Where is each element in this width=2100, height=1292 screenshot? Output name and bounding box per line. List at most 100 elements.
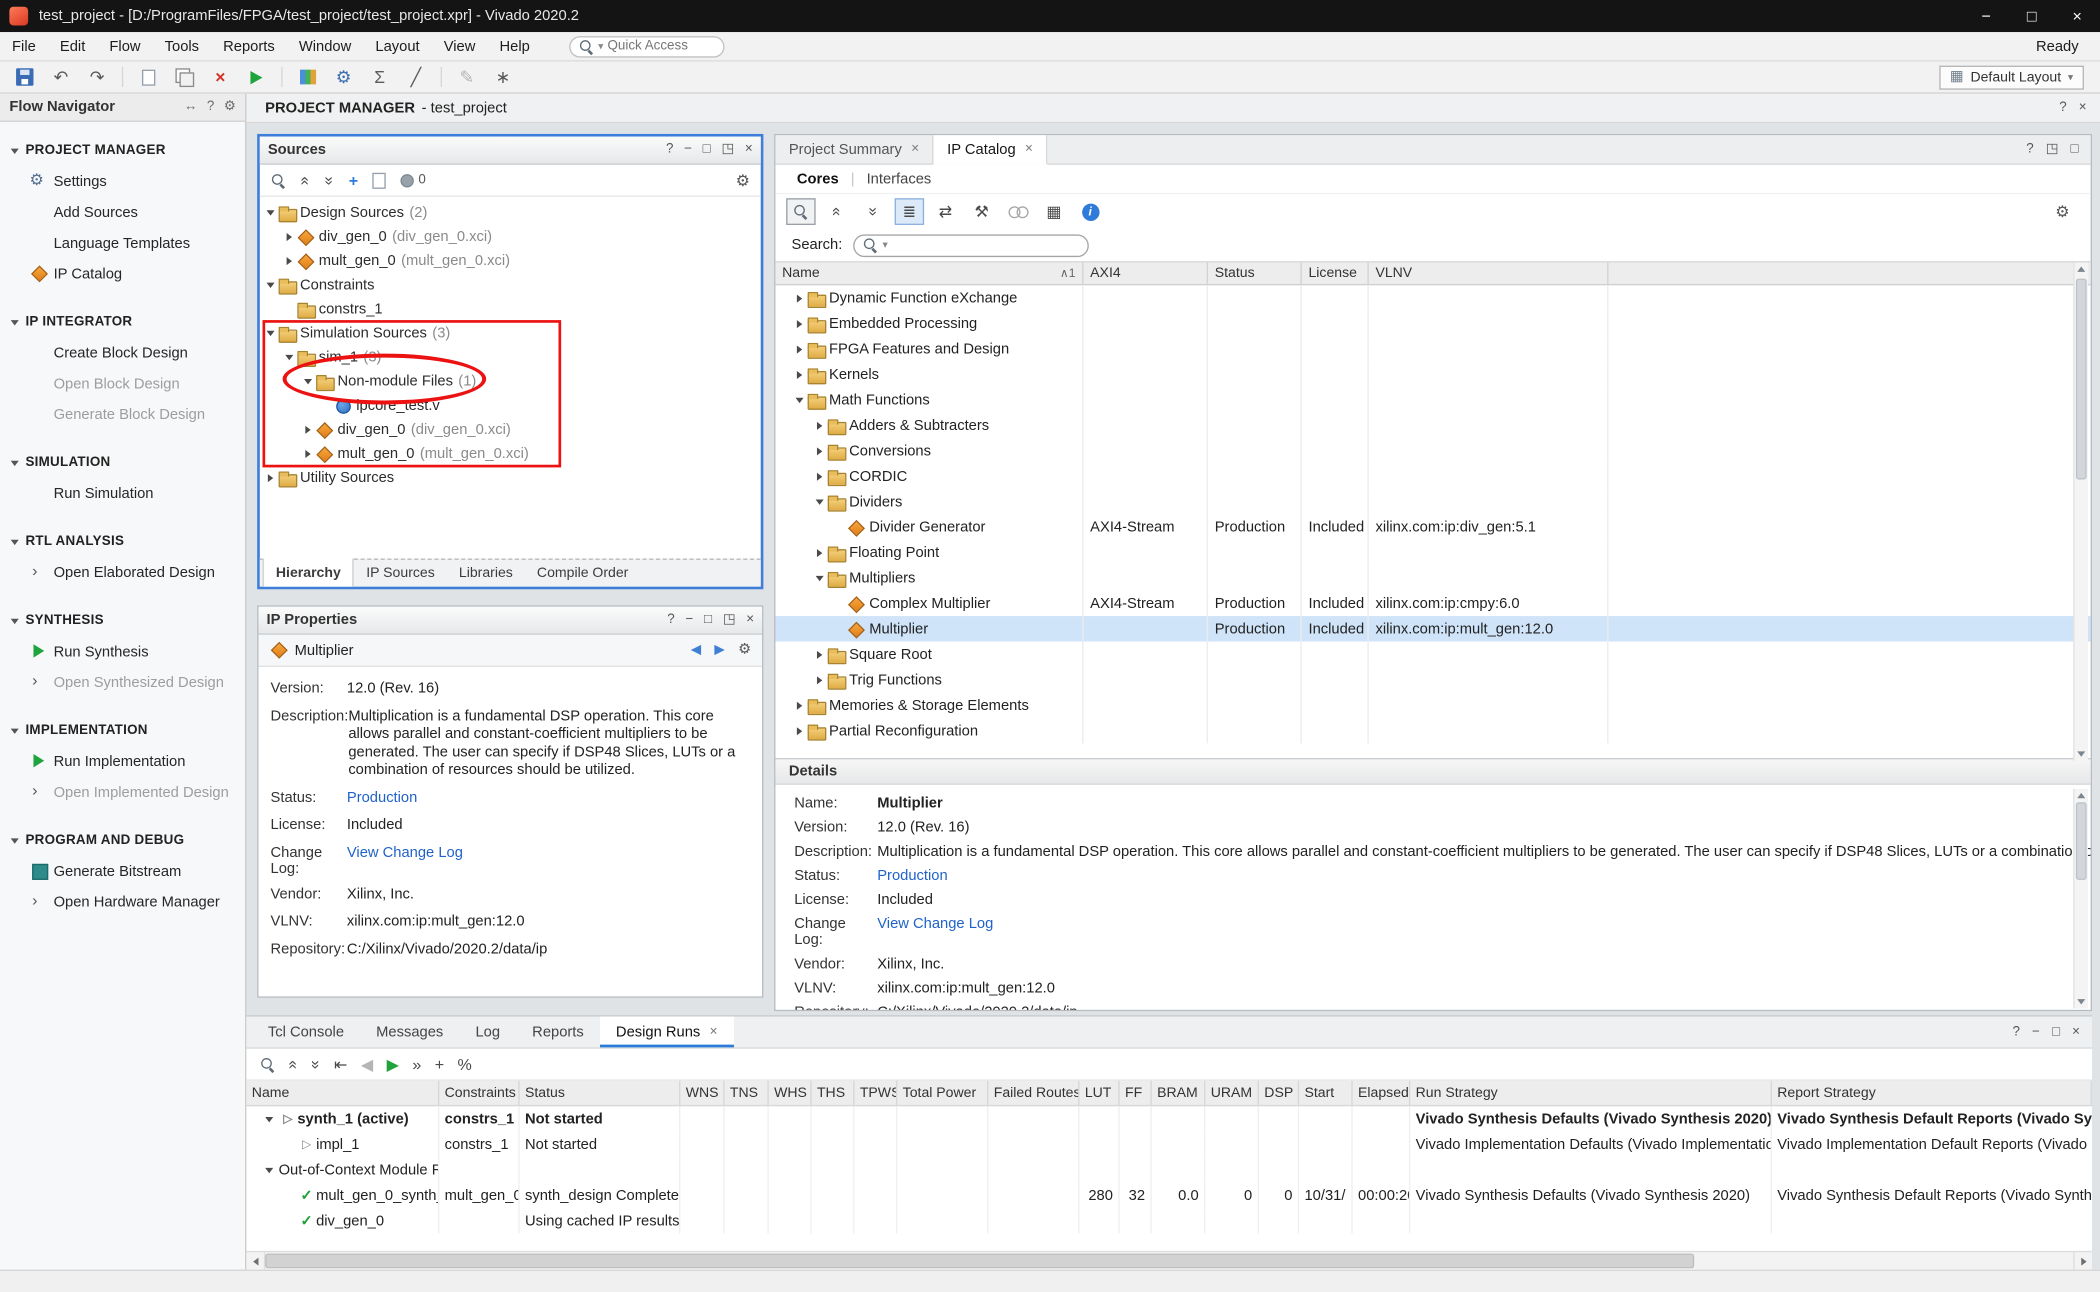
expand-icon[interactable] [792, 701, 807, 709]
sources-tab[interactable]: Libraries [447, 560, 525, 587]
scroll-thumb[interactable] [265, 1254, 1693, 1269]
menu-item[interactable]: Edit [48, 32, 98, 60]
console-tab[interactable]: Log [459, 1017, 516, 1048]
menu-item[interactable]: File [0, 32, 48, 60]
collapse-all-icon[interactable] [301, 172, 310, 188]
menu-item[interactable]: View [432, 32, 488, 60]
catalog-row[interactable]: FPGA Features and Design [775, 336, 2090, 361]
collapse-all-icon[interactable] [822, 198, 851, 225]
tree-item[interactable]: Non-module Files (1) [260, 370, 761, 394]
compatibility-icon[interactable] [1039, 198, 1068, 225]
column-header[interactable]: Start [1299, 1081, 1353, 1105]
ip-properties-header[interactable]: IP Properties [258, 607, 762, 635]
step-first-icon[interactable] [334, 1056, 347, 1072]
step-back-icon[interactable] [361, 1056, 373, 1072]
expand-icon[interactable] [812, 650, 827, 658]
menu-item[interactable]: Reports [211, 32, 287, 60]
minimize-icon[interactable] [685, 613, 693, 626]
minimize-icon[interactable] [2032, 1025, 2040, 1038]
catalog-row[interactable]: Math Functions [775, 387, 2090, 412]
flow-navigator-item[interactable]: Settings [0, 166, 245, 197]
tree-item[interactable]: Constraints [260, 273, 761, 297]
catalog-row[interactable]: Floating Point [775, 540, 2090, 565]
expand-icon[interactable] [260, 1116, 279, 1121]
settings-gear-icon[interactable] [736, 172, 750, 188]
tree-item[interactable]: Utility Sources [260, 466, 761, 490]
sources-panel-header[interactable]: Sources [260, 137, 761, 165]
design-run-row[interactable]: Out-of-Context Module Runs [246, 1157, 2092, 1182]
editor-tab[interactable]: Project Summary [775, 135, 933, 163]
settings-gear-icon[interactable] [224, 100, 236, 113]
column-header[interactable]: DSP [1259, 1081, 1299, 1105]
undo-button[interactable] [44, 64, 77, 91]
menu-item[interactable]: Help [487, 32, 541, 60]
flow-navigator-item[interactable]: Open Hardware Manager [0, 887, 245, 918]
help-icon[interactable] [2013, 1025, 2020, 1038]
flow-navigator-item[interactable]: Run Synthesis [0, 636, 245, 667]
add-sources-button[interactable] [349, 172, 358, 188]
column-header-name[interactable]: Name ∧1 [775, 263, 1083, 284]
close-icon[interactable] [2079, 101, 2087, 114]
design-run-row[interactable]: impl_1 constrs_1 Not started [246, 1132, 2092, 1157]
quick-access-search[interactable] [569, 35, 724, 56]
tree-item[interactable]: ipcore_test.v [260, 394, 761, 418]
flow-navigator-item[interactable]: Language Templates [0, 228, 245, 259]
expand-icon[interactable] [792, 397, 807, 402]
layout-selector[interactable]: Default Layout [1939, 65, 2084, 89]
flow-navigator-item[interactable]: Generate Block Design [0, 399, 245, 430]
sources-tab[interactable]: IP Sources [354, 560, 447, 587]
sources-tab[interactable]: Hierarchy [263, 558, 355, 586]
expand-icon[interactable] [263, 210, 278, 215]
column-header-vlnv[interactable]: VLNV [1369, 263, 1609, 284]
menu-item[interactable]: Flow [97, 32, 152, 60]
scrollbar-track[interactable] [265, 1252, 2073, 1269]
search-icon[interactable] [271, 172, 287, 188]
close-icon[interactable] [2072, 1025, 2080, 1038]
expand-icon[interactable] [281, 257, 296, 265]
sources-tab[interactable]: Compile Order [525, 560, 641, 587]
help-icon[interactable] [666, 143, 673, 156]
expand-all-icon[interactable] [312, 1056, 321, 1072]
scroll-down-icon[interactable] [2077, 751, 2085, 756]
window-close-button[interactable] [2054, 0, 2100, 32]
info-icon[interactable]: i [1075, 198, 1104, 225]
details-vertical-scrollbar[interactable] [2073, 789, 2088, 1009]
column-header[interactable]: WHS [769, 1081, 812, 1105]
run-button[interactable] [240, 64, 273, 91]
column-header[interactable]: BRAM [1152, 1081, 1206, 1105]
customize-toolbar-button[interactable] [486, 64, 519, 91]
section-header[interactable]: IP INTEGRATOR [0, 307, 245, 338]
section-header[interactable]: SIMULATION [0, 447, 245, 478]
scroll-left-icon[interactable] [246, 1252, 265, 1269]
design-run-row[interactable]: synth_1 (active) constrs_1 Not started [246, 1106, 2092, 1131]
catalog-row[interactable]: CORDIC [775, 463, 2090, 488]
column-header[interactable]: Elapsed [1353, 1081, 1411, 1105]
minimize-icon[interactable] [684, 143, 692, 156]
expand-icon[interactable] [812, 676, 827, 684]
expand-icon[interactable] [263, 283, 278, 288]
tree-item[interactable]: div_gen_0 (div_gen_0.xci) [260, 225, 761, 249]
step-forward-icon[interactable] [412, 1056, 421, 1072]
expand-icon[interactable] [812, 472, 827, 480]
hierarchy-view-icon[interactable] [895, 198, 924, 225]
scroll-right-icon[interactable] [2073, 1252, 2092, 1269]
next-button[interactable] [714, 644, 724, 657]
catalog-row[interactable]: Kernels [775, 362, 2090, 387]
close-icon[interactable] [746, 613, 754, 626]
tree-item[interactable]: mult_gen_0 (mult_gen_0.xci) [260, 442, 761, 466]
editor-tab[interactable]: IP Catalog [934, 135, 1048, 164]
close-tab-icon[interactable] [911, 143, 919, 156]
console-tab[interactable]: Tcl Console [252, 1017, 360, 1048]
window-maximize-button[interactable] [2009, 0, 2055, 32]
menu-item[interactable]: Tools [153, 32, 212, 60]
float-icon[interactable] [2046, 143, 2059, 156]
link-icon[interactable] [1003, 198, 1032, 225]
catalog-row[interactable]: Adders & Subtracters [775, 413, 2090, 438]
expand-icon[interactable] [281, 355, 296, 360]
column-header[interactable]: THS [812, 1081, 855, 1105]
menu-item[interactable]: Window [287, 32, 364, 60]
expand-all-icon[interactable] [858, 198, 887, 225]
expand-icon[interactable] [812, 447, 827, 455]
redo-button[interactable] [80, 64, 113, 91]
quick-access-input[interactable] [608, 39, 704, 54]
